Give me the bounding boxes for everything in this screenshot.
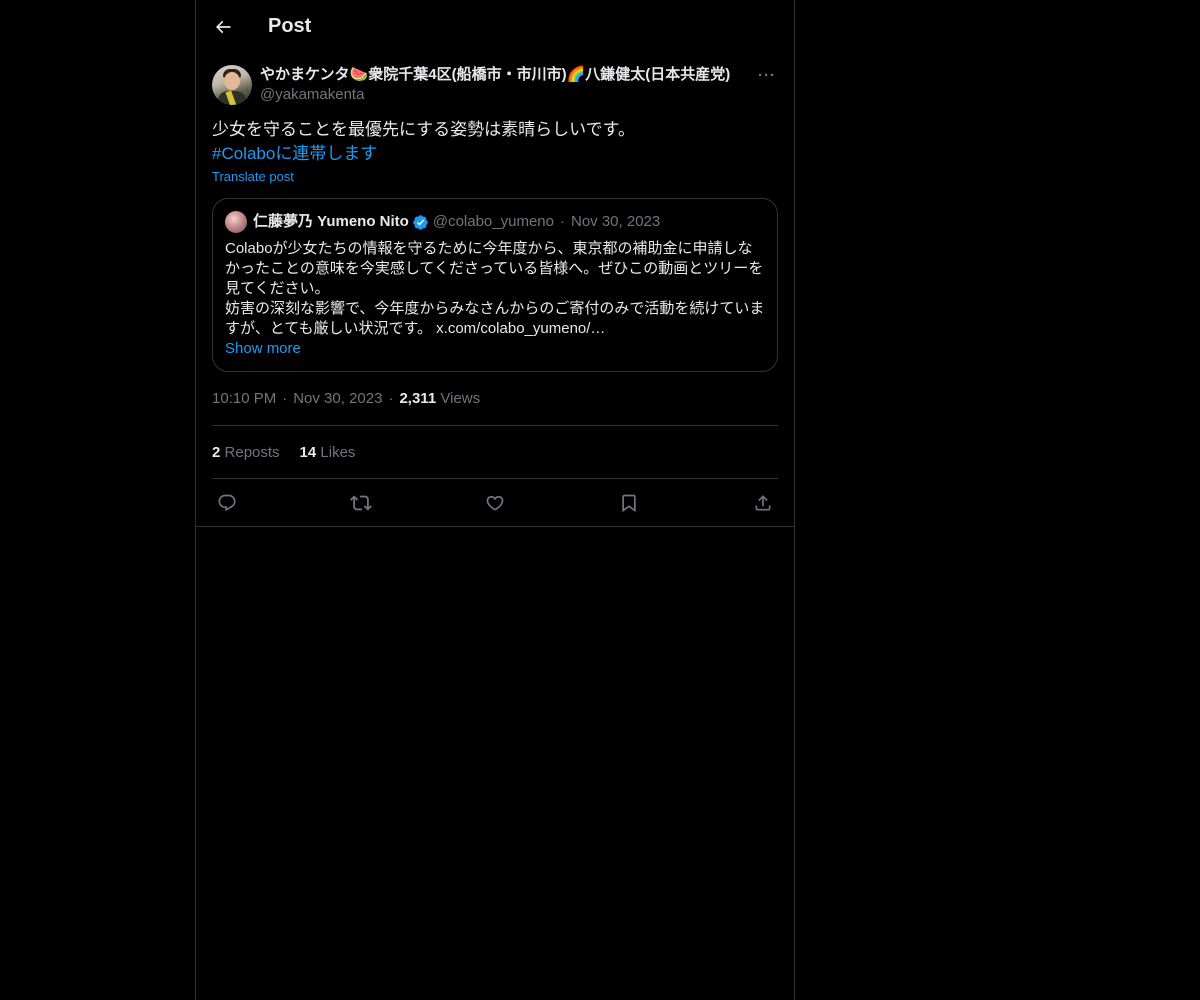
back-button[interactable] — [212, 16, 234, 38]
quoted-tweet-header: 仁藤夢乃 Yumeno Nito @colabo_yumeno · Nov 30… — [225, 211, 765, 233]
bookmark-icon — [619, 493, 639, 513]
reposts-label: Reposts — [224, 443, 280, 461]
views-label: Views — [440, 390, 481, 407]
quoted-author-name[interactable]: 仁藤夢乃 Yumeno Nito — [253, 212, 409, 232]
quoted-author-handle[interactable]: @colabo_yumeno — [433, 212, 554, 232]
like-button[interactable] — [484, 492, 506, 514]
likes-label: Likes — [320, 443, 356, 461]
separator-dot: · — [282, 390, 288, 407]
share-button[interactable] — [752, 492, 774, 514]
show-more-link[interactable]: Show more — [225, 339, 765, 359]
action-bar — [196, 479, 794, 527]
more-options-button[interactable]: ··· — [756, 65, 778, 85]
arrow-left-icon — [213, 17, 233, 37]
quoted-tweet[interactable]: 仁藤夢乃 Yumeno Nito @colabo_yumeno · Nov 30… — [212, 198, 778, 372]
share-icon — [753, 493, 773, 513]
tweet-text-line: 少女を守ることを最優先にする姿勢は素晴らしいです。 — [212, 120, 635, 139]
hashtag-link[interactable]: #Colaboに連帯します — [212, 142, 778, 166]
repost-button[interactable] — [350, 492, 372, 514]
tweet-stats: 2 Reposts 14 Likes — [212, 426, 778, 479]
page-title: Post — [268, 15, 312, 37]
author-handle[interactable]: @yakamakenta — [260, 85, 756, 105]
verified-badge-icon — [412, 214, 429, 231]
avatar[interactable] — [212, 65, 252, 105]
reposts-stat[interactable]: 2 Reposts — [212, 444, 280, 461]
separator-dot: · — [388, 390, 394, 407]
separator-dot: · — [559, 213, 565, 230]
bookmark-button[interactable] — [618, 492, 640, 514]
author-names: やかまケンタ🍉衆院千葉4区(船橋市・市川市)🌈八鎌健太(日本共産党) @yaka… — [260, 65, 756, 105]
tweet-text: 少女を守ることを最優先にする姿勢は素晴らしいです。 #Colaboに連帯します — [212, 118, 778, 166]
reply-button[interactable] — [216, 492, 238, 514]
reposts-count: 2 — [212, 443, 221, 461]
views-count: 2,311 — [399, 390, 437, 407]
likes-count: 14 — [299, 443, 317, 461]
post-column: Post やかまケンタ🍉衆院千葉4区(船橋市・市川市)🌈八鎌健太(日本共産党) … — [195, 0, 795, 1000]
tweet: やかまケンタ🍉衆院千葉4区(船橋市・市川市)🌈八鎌健太(日本共産党) @yaka… — [196, 53, 794, 527]
tweet-meta: 10:10 PM · Nov 30, 2023 · 2,311 Views — [212, 389, 778, 426]
author-row: やかまケンタ🍉衆院千葉4区(船橋市・市川市)🌈八鎌健太(日本共産党) @yaka… — [212, 65, 778, 105]
tweet-time[interactable]: 10:10 PM — [212, 390, 276, 407]
translate-post-link[interactable]: Translate post — [212, 169, 294, 184]
more-icon: ··· — [758, 66, 776, 84]
page-header: Post — [196, 0, 794, 53]
quoted-avatar[interactable] — [225, 211, 247, 233]
quoted-tweet-text: Colaboが少女たちの情報を守るために今年度から、東京都の補助金に申請しなかっ… — [225, 240, 765, 337]
repost-icon — [350, 492, 372, 514]
author-display-name[interactable]: やかまケンタ🍉衆院千葉4区(船橋市・市川市)🌈八鎌健太(日本共産党) — [260, 65, 756, 85]
likes-stat[interactable]: 14 Likes — [300, 444, 356, 461]
heart-icon — [485, 493, 505, 513]
reply-icon — [217, 493, 237, 513]
quoted-date[interactable]: Nov 30, 2023 — [571, 212, 660, 232]
tweet-date[interactable]: Nov 30, 2023 — [293, 390, 382, 407]
